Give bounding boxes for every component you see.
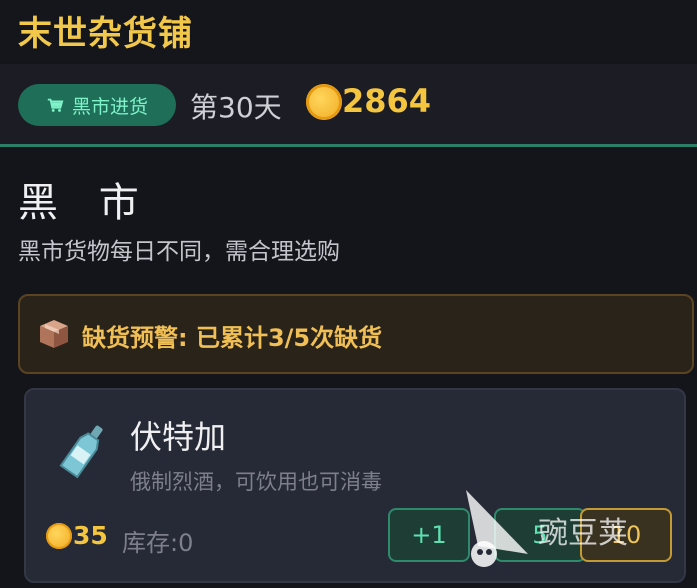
black-market-restock-button[interactable]: 黑市进货 — [18, 84, 176, 126]
section-subtitle: 黑市货物每日不同，需合理选购 — [18, 239, 340, 265]
bottle-icon — [59, 425, 103, 479]
shortage-warning: 缺货预警: 已累计3/5次缺货 — [18, 294, 694, 374]
watermark-text: 豌豆荚 — [538, 516, 628, 551]
item-description: 俄制烈酒，可饮用也可消毒 — [130, 470, 382, 494]
warning-text: 缺货预警: 已累计3/5次缺货 — [82, 324, 383, 352]
box-icon — [40, 320, 68, 348]
item-price: 35 — [73, 521, 108, 550]
coin-balance: 2864 — [342, 82, 432, 120]
coin-icon — [306, 84, 342, 120]
item-name: 伏特加 — [130, 418, 227, 456]
market-button-label: 黑市进货 — [71, 95, 148, 118]
title-bar: 末世杂货铺 — [0, 0, 697, 62]
price-coin-icon — [46, 523, 72, 549]
status-bar: 黑市进货 第30天 2864 — [0, 64, 697, 147]
item-stock: 库存:0 — [122, 529, 194, 557]
day-counter: 第30天 — [190, 91, 282, 124]
app-title: 末世杂货铺 — [18, 14, 193, 54]
section-title: 黑 市 — [18, 180, 153, 226]
cart-icon — [47, 98, 64, 112]
